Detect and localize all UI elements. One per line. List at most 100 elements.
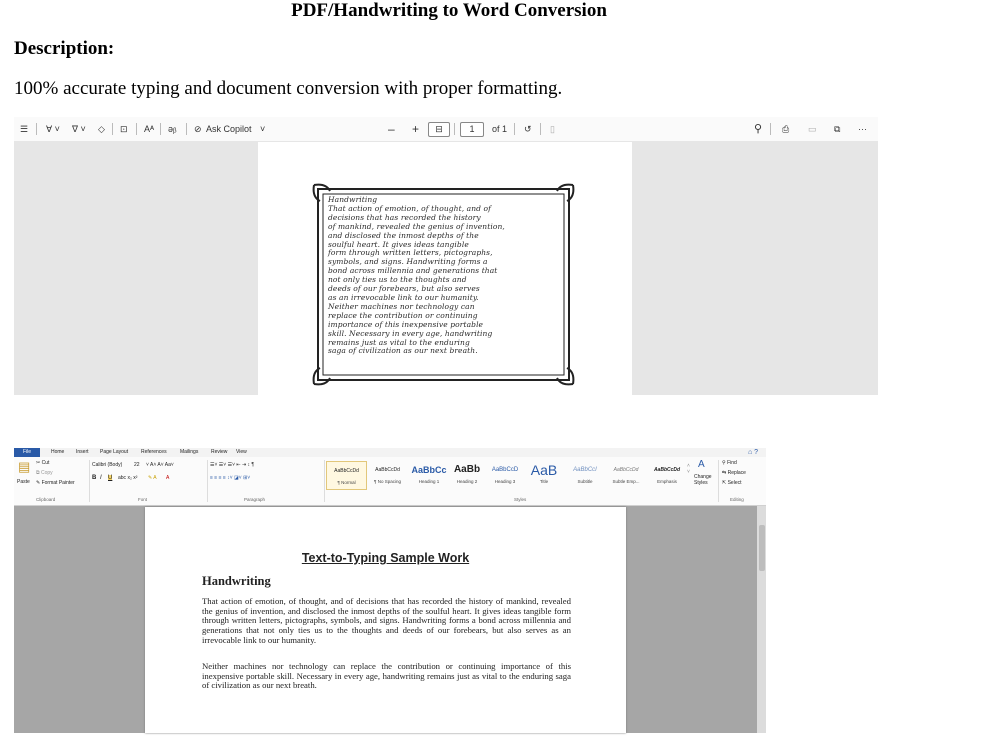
- cut-button[interactable]: ✂ Cut: [36, 460, 49, 466]
- save-as-icon[interactable]: ⧉: [834, 117, 840, 141]
- text-size-icon[interactable]: Aᴬ: [144, 117, 154, 141]
- style-name: ¶ Normal: [337, 480, 356, 485]
- toolbar-divider: [36, 123, 37, 135]
- rotate-icon[interactable]: ↺: [524, 117, 532, 141]
- text-box-icon[interactable]: ⊡: [120, 117, 128, 141]
- style-name: Emphasis: [657, 479, 677, 484]
- paste-icon[interactable]: ▤: [18, 459, 30, 475]
- change-styles-icon[interactable]: A: [698, 459, 705, 470]
- style-title[interactable]: AaB Title: [526, 461, 562, 488]
- contents-icon[interactable]: ☰: [20, 117, 28, 141]
- bold-button[interactable]: B: [92, 475, 96, 481]
- tab-mailings[interactable]: Mailings: [180, 448, 198, 457]
- editing-label: Editing: [730, 497, 744, 502]
- copilot-icon[interactable]: ⊘: [194, 117, 202, 141]
- paste-button[interactable]: Paste: [17, 479, 30, 485]
- style-subtitle[interactable]: AaBbCcI Subtitle: [566, 461, 604, 488]
- clipboard-label: Clipboard: [36, 497, 56, 502]
- styles-scroll-icon[interactable]: ˄ ˅: [687, 463, 690, 475]
- style-preview: AaBbCcDd: [375, 467, 400, 473]
- draw-icon[interactable]: ∇ ˅: [72, 117, 86, 141]
- page-number-input[interactable]: 1: [460, 122, 484, 137]
- styles-label: Styles: [514, 497, 527, 502]
- highlight-color-icon[interactable]: ✎ A: [148, 475, 157, 481]
- toolbar-divider: [136, 123, 137, 135]
- list-icons[interactable]: ☰˅ ☰˅ ☰˅ ⇤ ⇥ ↕ ¶: [210, 462, 254, 468]
- read-aloud-icon[interactable]: ǝᵦ: [168, 117, 176, 141]
- style-preview: AaBbCcDd: [613, 467, 639, 473]
- paragraph-label: Paragraph: [244, 497, 266, 502]
- document-paragraph-1: That action of emotion, of thought, and …: [202, 596, 571, 645]
- pdf-toolbar: ☰ ∀ ˅ ∇ ˅ ◇ ⊡ Aᴬ ǝᵦ ⊘ Ask Copilot ˅ – + …: [14, 117, 878, 142]
- font-name-select[interactable]: Calibri (Body): [92, 462, 122, 468]
- document-heading: Handwriting: [202, 574, 271, 588]
- help-icon[interactable]: ⌂ ?: [748, 448, 758, 457]
- change-styles-button[interactable]: Change Styles: [694, 474, 714, 486]
- style-emphasis[interactable]: AaBbCcDd Emphasis: [648, 461, 686, 488]
- style-heading-3[interactable]: AaBbCcD Heading 3: [486, 461, 524, 488]
- tab-file[interactable]: File: [14, 448, 40, 457]
- style-preview: AaBbCcD: [491, 467, 519, 473]
- chevron-down-icon[interactable]: ˅: [260, 117, 265, 141]
- style-heading-2[interactable]: AaBb Heading 2: [450, 461, 484, 488]
- font-size-select[interactable]: 22: [134, 462, 140, 468]
- font-label: Font: [138, 497, 148, 502]
- style-no-spacing[interactable]: AaBbCcDd ¶ No Spacing: [368, 461, 407, 488]
- page-view-icon[interactable]: ▯: [550, 117, 555, 141]
- toolbar-divider: [112, 123, 113, 135]
- document-title: Text-to-Typing Sample Work: [301, 551, 470, 565]
- handwriting-text: Handwriting That action of emotion, of t…: [328, 195, 560, 356]
- document-paragraph-2: Neither machines nor technology can repl…: [202, 661, 571, 691]
- format-painter-button[interactable]: ✎ Format Painter: [36, 480, 75, 486]
- style-name: Subtitle: [577, 479, 593, 484]
- ask-copilot-button[interactable]: Ask Copilot: [206, 117, 252, 141]
- tab-review[interactable]: Review: [211, 448, 227, 457]
- style-name: Heading 2: [456, 479, 478, 484]
- style-subtle-emphasis[interactable]: AaBbCcDd Subtle Emp...: [606, 461, 646, 488]
- tab-home[interactable]: Home: [51, 448, 64, 457]
- style-preview: AaBb: [453, 464, 481, 475]
- page-title: PDF/Handwriting to Word Conversion: [291, 0, 607, 21]
- print-icon[interactable]: ⎙: [782, 117, 789, 141]
- zoom-out-button[interactable]: –: [388, 117, 395, 141]
- eraser-icon[interactable]: ◇: [98, 117, 105, 141]
- tab-page-layout[interactable]: Page Layout: [100, 448, 128, 457]
- strikethrough-subscript-superscript-icons[interactable]: abc x₂ x²: [118, 475, 137, 481]
- description-text: 100% accurate typing and document conver…: [14, 78, 563, 99]
- toolbar-divider: [540, 123, 541, 135]
- group-divider: [718, 460, 719, 502]
- copy-button[interactable]: ⧉ Copy: [36, 470, 53, 476]
- description-heading: Description:: [14, 38, 115, 59]
- zoom-in-button[interactable]: +: [412, 117, 419, 141]
- alignment-icons[interactable]: ≡ ≡ ≡ ≡ ↕˅ ◪˅ ⊞˅: [210, 475, 250, 481]
- style-normal[interactable]: AaBbCcDd ¶ Normal: [326, 461, 367, 490]
- highlight-icon[interactable]: ∀ ˅: [46, 117, 60, 141]
- style-preview: AaBbCcI: [573, 467, 597, 473]
- tab-references[interactable]: References: [141, 448, 167, 457]
- style-heading-1[interactable]: AaBbCc Heading 1: [410, 461, 448, 488]
- font-grow-shrink-icon[interactable]: ˅ A˄ A˅ Aa˅: [146, 462, 174, 468]
- document-page[interactable]: Text-to-Typing Sample Work Handwriting T…: [145, 507, 626, 733]
- style-preview: AaB: [530, 462, 558, 478]
- group-divider: [89, 460, 90, 502]
- find-button[interactable]: ⚲ Find: [722, 460, 737, 466]
- save-icon[interactable]: ▭: [808, 117, 817, 141]
- tab-insert[interactable]: Insert: [76, 448, 89, 457]
- scroll-thumb[interactable]: [759, 525, 765, 571]
- style-preview: AaBbCc: [411, 465, 447, 475]
- replace-label: Replace: [727, 470, 746, 476]
- toolbar-divider: [770, 123, 771, 135]
- search-icon[interactable]: ⚲: [754, 117, 762, 141]
- handwriting-lines: That action of emotion, of thought, and …: [328, 204, 560, 356]
- more-options-button[interactable]: ···: [858, 117, 867, 141]
- tab-view[interactable]: View: [236, 448, 247, 457]
- select-button[interactable]: ⇱ Select: [722, 480, 742, 486]
- underline-button[interactable]: U: [108, 475, 113, 481]
- group-divider: [207, 460, 208, 502]
- find-label: Find: [727, 460, 737, 466]
- font-color-icon[interactable]: A: [166, 475, 169, 481]
- style-name: Title: [539, 479, 549, 484]
- replace-button[interactable]: ⇆ Replace: [722, 470, 746, 476]
- fit-page-icon[interactable]: ⊟: [428, 122, 450, 137]
- italic-button[interactable]: I: [100, 475, 102, 481]
